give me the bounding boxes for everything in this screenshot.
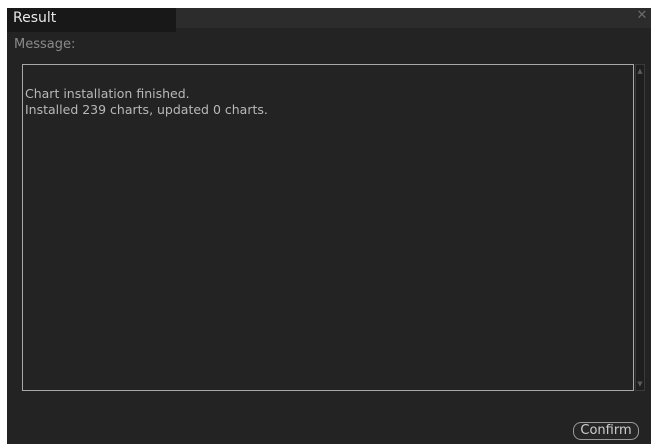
result-dialog: Result ✕ Message: Chart installation fin… bbox=[7, 8, 651, 444]
scroll-down-icon[interactable]: ▼ bbox=[636, 379, 644, 389]
dialog-title: Result bbox=[13, 10, 57, 26]
message-box: Chart installation finished. Installed 2… bbox=[22, 64, 634, 391]
message-scrollbar[interactable]: ▲ ▼ bbox=[635, 64, 645, 391]
scroll-up-icon[interactable]: ▲ bbox=[636, 66, 644, 76]
message-label: Message: bbox=[14, 37, 76, 52]
message-line: Chart installation finished. bbox=[25, 86, 190, 101]
title-tab: Result bbox=[7, 8, 176, 32]
confirm-button[interactable]: Confirm bbox=[573, 422, 639, 440]
close-icon[interactable]: ✕ bbox=[635, 9, 649, 23]
message-line: Installed 239 charts, updated 0 charts. bbox=[25, 102, 268, 117]
message-text: Chart installation finished. Installed 2… bbox=[25, 86, 615, 118]
